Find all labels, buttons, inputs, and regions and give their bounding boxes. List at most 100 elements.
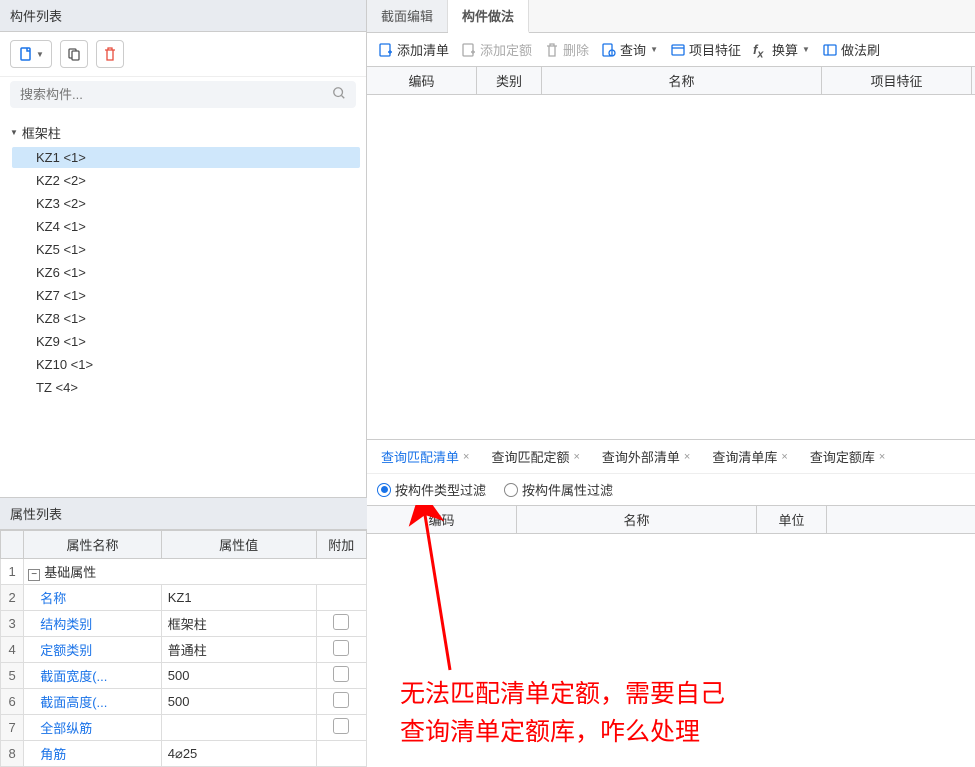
tree-item[interactable]: KZ10 <1> [12,354,360,375]
lower-col: 单位 [757,506,827,533]
feature-icon [670,42,686,58]
search-input[interactable] [20,87,332,102]
tree-item[interactable]: KZ1 <1> [12,147,360,168]
lower-col: 名称 [517,506,757,533]
tree-item[interactable]: KZ3 <2> [12,193,360,214]
toolbar-label: 删除 [563,40,589,59]
property-row[interactable]: 6截面高度(...500 [1,689,367,715]
lower-tab-label: 查询定额库 [810,447,875,466]
close-icon[interactable]: × [573,451,579,463]
toolbar-label: 添加定额 [480,40,532,59]
search-doc-icon [601,42,617,58]
prop-value[interactable]: 500 [161,663,316,689]
tree-item[interactable]: KZ6 <1> [12,262,360,283]
property-panel: 属性列表 属性名称 属性值 附加 1−基础属性2名称KZ13结构类别框架柱4定额… [0,497,367,767]
add-quota-icon [461,42,477,58]
lower-tab[interactable]: 查询匹配定额× [483,444,587,469]
toolbar-fx[interactable]: fx换算 ▼ [748,37,815,62]
component-list-header: 构件列表 [0,0,366,32]
prop-name: 角筋 [24,741,162,767]
property-row[interactable]: 8角筋4⌀25 [1,741,367,767]
lower-tab[interactable]: 查询匹配清单 × [373,444,477,469]
property-row[interactable]: 7全部纵筋 [1,715,367,741]
new-component-button[interactable]: ▼ [10,40,52,68]
lower-tab[interactable]: 查询外部清单× [594,444,698,469]
toolbar-label: 换算 [772,40,798,59]
prop-name: 截面宽度(... [24,663,162,689]
file-icon [18,46,34,62]
tree-item[interactable]: KZ4 <1> [12,216,360,237]
lower-tab-label: 查询匹配清单 [381,447,459,466]
prop-value[interactable]: 500 [161,689,316,715]
property-list-header: 属性列表 [0,498,367,530]
chevron-down-icon: ▼ [802,45,810,54]
close-icon[interactable]: × [684,451,690,463]
fx-icon: fx [753,42,769,58]
tree-item[interactable]: KZ2 <2> [12,170,360,191]
prop-extra[interactable] [316,689,366,715]
component-tree: ▼ 框架柱 KZ1 <1>KZ2 <2>KZ3 <2>KZ4 <1>KZ5 <1… [0,116,366,400]
prop-value[interactable]: 4⌀25 [161,741,316,767]
tree-item[interactable]: KZ8 <1> [12,308,360,329]
filter-row: 按构件类型过滤 按构件属性过滤 [367,474,975,505]
trash-icon [102,46,118,62]
prop-extra[interactable] [316,637,366,663]
search-icon [332,86,346,103]
content-col: 类别 [477,67,542,94]
brush-icon [822,42,838,58]
prop-extra[interactable] [316,585,366,611]
content-col: 项目特征 [822,67,972,94]
lower-columns: 编码名称单位 [367,505,975,534]
delete-button[interactable] [96,40,124,68]
close-icon[interactable]: × [879,451,885,463]
col-prop-extra: 附加 [316,531,366,559]
prop-extra[interactable] [316,715,366,741]
property-row[interactable]: 3结构类别框架柱 [1,611,367,637]
lower-tab[interactable]: 查询清单库 × [704,444,795,469]
tree-item[interactable]: KZ9 <1> [12,331,360,352]
add-list-icon [378,42,394,58]
property-row[interactable]: 4定额类别普通柱 [1,637,367,663]
content-col: 编码 [367,67,477,94]
property-row[interactable]: 5截面宽度(...500 [1,663,367,689]
top-tabs: 截面编辑 构件做法 [367,0,975,33]
content-body [367,95,975,440]
prop-extra[interactable] [316,663,366,689]
prop-group[interactable]: −基础属性 [24,559,367,585]
toolbar-search-doc[interactable]: 查询▼ [596,37,663,62]
toolbar-brush[interactable]: 做法刷 [817,37,885,62]
right-panel: 截面编辑 构件做法 添加清单添加定额删除查询▼项目特征fx换算▼做法刷 编码类别… [367,0,975,767]
copy-button[interactable] [60,40,88,68]
lower-tab[interactable]: 查询定额库 × [802,444,893,469]
prop-name: 定额类别 [24,637,162,663]
prop-name: 结构类别 [24,611,162,637]
filter-by-type[interactable]: 按构件类型过滤 [377,480,486,499]
tab-section-edit[interactable]: 截面编辑 [367,0,448,32]
search-box[interactable] [10,81,356,108]
filter-label: 按构件类型过滤 [395,480,486,499]
toolbar-add-list[interactable]: 添加清单 [373,37,454,62]
copy-icon [66,46,82,62]
radio-icon [377,483,391,497]
filter-by-property[interactable]: 按构件属性过滤 [504,480,613,499]
chevron-down-icon: ▼ [10,128,18,137]
prop-extra[interactable] [316,611,366,637]
prop-value[interactable]: 框架柱 [161,611,316,637]
radio-icon [504,483,518,497]
tree-item[interactable]: TZ <4> [12,377,360,398]
toolbar-feature[interactable]: 项目特征 [665,37,746,62]
property-row[interactable]: 2名称KZ1 [1,585,367,611]
toolbar-delete: 删除 [539,37,594,62]
tree-item[interactable]: KZ7 <1> [12,285,360,306]
prop-value[interactable]: KZ1 [161,585,316,611]
tree-group[interactable]: ▼ 框架柱 [6,120,366,145]
tree-item[interactable]: KZ5 <1> [12,239,360,260]
prop-extra[interactable] [316,741,366,767]
prop-value[interactable] [161,715,316,741]
close-icon[interactable]: × [781,451,787,463]
prop-value[interactable]: 普通柱 [161,637,316,663]
close-icon[interactable]: × [463,451,469,463]
tab-component-method[interactable]: 构件做法 [448,0,529,33]
lower-tab-label: 查询清单库 [712,447,777,466]
toolbar-label: 做法刷 [841,40,880,59]
